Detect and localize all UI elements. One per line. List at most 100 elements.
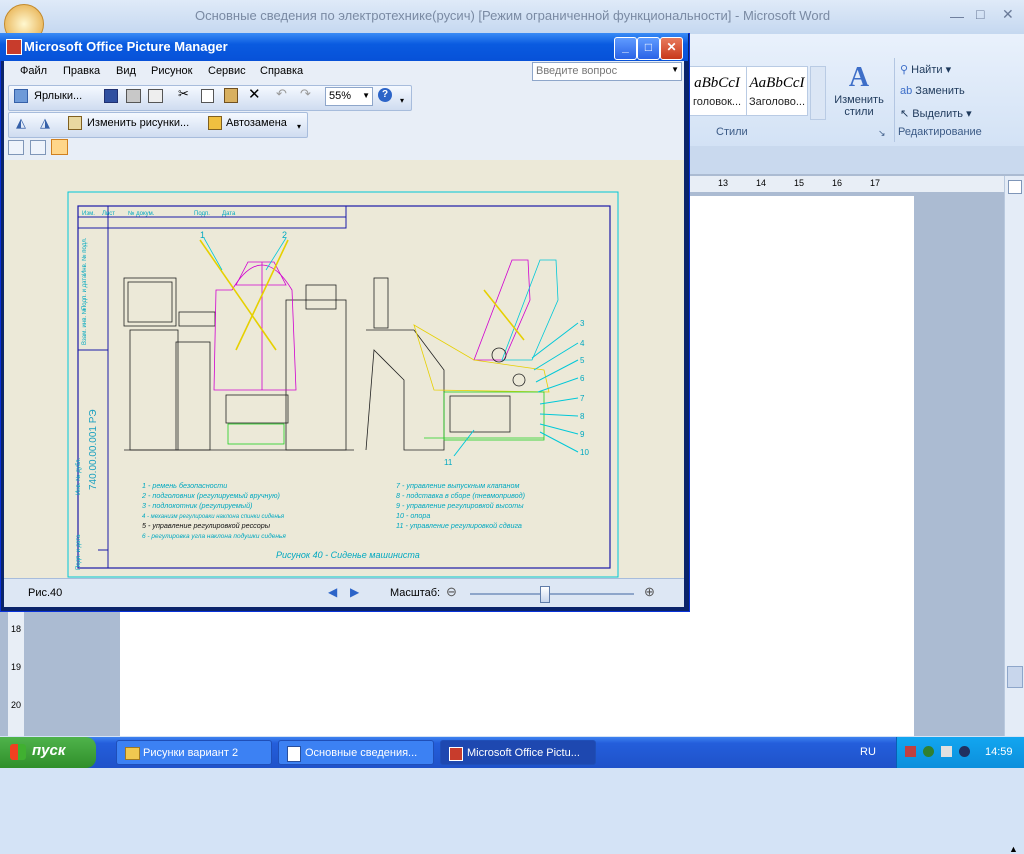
copy-icon[interactable] xyxy=(201,89,214,103)
picture-manager-title-bar[interactable]: Microsoft Office Picture Manager xyxy=(0,33,688,61)
task-label: Microsoft Office Pictu... xyxy=(467,747,580,759)
callout: 4 xyxy=(580,339,585,348)
menu-edit[interactable]: Правка xyxy=(63,65,100,77)
change-styles-label: Изменить стили xyxy=(834,94,884,118)
language-indicator[interactable]: RU xyxy=(860,746,876,758)
word-maximize-button[interactable]: □ xyxy=(976,6,984,22)
menu-picture[interactable]: Рисунок xyxy=(151,65,193,77)
replace-button[interactable]: ab Заменить xyxy=(900,85,965,97)
menu-view[interactable]: Вид xyxy=(116,65,136,77)
drawing-caption: Рисунок 40 - Сиденье машиниста xyxy=(276,550,420,560)
callout: 5 xyxy=(580,356,585,365)
replace-label: Заменить xyxy=(915,85,965,97)
volume-icon[interactable] xyxy=(941,746,952,757)
filmstrip-view-icon[interactable] xyxy=(30,140,46,155)
rotate-right-icon[interactable]: ◮ xyxy=(40,115,50,131)
current-file-name: Рис.40 xyxy=(28,587,63,599)
redo-icon[interactable]: ↷ xyxy=(300,86,311,102)
task-picture-manager[interactable]: Microsoft Office Pictu... xyxy=(440,740,596,765)
network-icon[interactable] xyxy=(905,746,916,757)
zoom-in-icon[interactable]: ⊕ xyxy=(644,584,655,600)
menu-tools[interactable]: Сервис xyxy=(208,65,246,77)
vertical-ruler[interactable]: 18 19 20 xyxy=(8,600,24,736)
scroll-thumb[interactable] xyxy=(1007,666,1023,688)
start-button[interactable]: пуск xyxy=(0,737,96,768)
single-picture-view-icon[interactable] xyxy=(51,139,68,155)
ruler-mark: 13 xyxy=(718,178,729,188)
minimize-button[interactable]: _ xyxy=(614,37,637,60)
horizontal-ruler[interactable]: 13 14 15 16 17 xyxy=(686,176,1006,192)
help-search-input[interactable]: Введите вопрос ▼ xyxy=(532,62,682,81)
ribbon-strip xyxy=(686,146,1024,174)
paste-icon[interactable] xyxy=(224,88,238,103)
toolbar-options-icon[interactable]: ▾ xyxy=(400,96,404,105)
print-icon[interactable] xyxy=(126,89,141,103)
legend-left: 1 - ремень безопасности 2 - подголовник … xyxy=(141,481,286,540)
ruler-toggle-icon[interactable] xyxy=(1008,180,1022,194)
ruler-mark: 14 xyxy=(756,178,767,188)
change-styles-icon: A xyxy=(848,62,870,93)
start-label: пуск xyxy=(32,742,66,759)
next-picture-icon[interactable]: ▶ xyxy=(350,585,359,599)
mail-icon[interactable] xyxy=(148,89,163,103)
help-search-placeholder: Введите вопрос xyxy=(536,65,618,77)
shortcuts-button[interactable]: Ярлыки... xyxy=(14,89,96,105)
zoom-out-icon[interactable]: ⊖ xyxy=(446,584,457,600)
word-close-button[interactable]: ✕ xyxy=(1002,6,1014,23)
maximize-button[interactable]: □ xyxy=(637,37,660,60)
thumbnail-view-icon[interactable] xyxy=(8,140,24,155)
find-button[interactable]: ⚲ Найти ▾ xyxy=(900,63,951,76)
delete-icon[interactable]: ✕ xyxy=(248,85,261,103)
legend-item: 3 - подлокотник (регулируемый) xyxy=(142,501,252,510)
undo-icon[interactable]: ↶ xyxy=(276,86,287,102)
select-button[interactable]: ↖ Выделить ▾ xyxy=(900,107,972,120)
callout: 2 xyxy=(282,230,287,240)
antivirus-icon[interactable] xyxy=(923,746,934,757)
ruler-mark: 16 xyxy=(832,178,843,188)
media-icon[interactable] xyxy=(959,746,970,757)
zoom-slider-track[interactable] xyxy=(470,593,634,595)
menu-file[interactable]: Файл xyxy=(20,65,47,77)
chevron-down-icon[interactable]: ▼ xyxy=(671,65,679,74)
task-folder[interactable]: Рисунки вариант 2 xyxy=(116,740,272,765)
task-word-document[interactable]: Основные сведения... xyxy=(278,740,434,765)
picture-manager-icon xyxy=(449,747,463,761)
styles-scroll[interactable] xyxy=(810,66,826,120)
side-label: Инв. № дубл. xyxy=(75,458,82,495)
change-styles-button[interactable]: A Изменить стили xyxy=(828,62,890,124)
ruler-mark: 15 xyxy=(794,178,805,188)
ruler-mark: 17 xyxy=(870,178,881,188)
legend-item: 11 - управление регулировкой сдвига xyxy=(396,521,522,530)
chevron-down-icon: ▾ xyxy=(942,64,952,76)
style-sample: aBbCcI xyxy=(694,75,740,91)
document-code: 740.00.00.001 РЭ xyxy=(88,409,99,490)
callout: 8 xyxy=(580,412,585,421)
callout: 11 xyxy=(444,458,453,467)
system-tray: 14:59 xyxy=(896,737,1024,768)
zoom-select[interactable]: 55% ▼ xyxy=(325,87,373,106)
cut-icon[interactable]: ✂ xyxy=(178,86,189,102)
save-icon[interactable] xyxy=(104,89,118,103)
vertical-scrollbar[interactable]: ▲ xyxy=(1004,176,1024,854)
rotate-left-icon[interactable]: ◭ xyxy=(16,115,26,131)
picture-preview[interactable]: Изм. Лист № докум. Подп. Дата 740.00.00.… xyxy=(4,160,684,578)
zoom-slider-thumb[interactable] xyxy=(539,586,550,603)
select-label: Выделить xyxy=(912,108,964,120)
ruler-mark: 19 xyxy=(11,662,22,672)
close-button[interactable]: ✕ xyxy=(660,37,683,60)
style-heading-1[interactable]: aBbCcI головок... xyxy=(686,66,748,116)
styles-dialog-launcher[interactable]: ↘ xyxy=(878,128,886,139)
scroll-up-icon[interactable]: ▲ xyxy=(1009,844,1018,854)
autofix-button[interactable]: Автозамена xyxy=(208,116,298,132)
menu-help[interactable]: Справка xyxy=(260,65,303,77)
word-title-bar: Основные сведения по электротехнике(руси… xyxy=(0,0,1024,44)
previous-picture-icon[interactable]: ◀ xyxy=(328,585,337,599)
toolbar-options-icon[interactable]: ▾ xyxy=(297,122,301,131)
chevron-down-icon: ▾ xyxy=(963,108,972,120)
word-minimize-button[interactable]: — xyxy=(950,8,964,24)
binoculars-icon: ⚲ xyxy=(900,64,912,76)
ruler-mark: 18 xyxy=(11,624,22,634)
style-heading-2[interactable]: AaBbCcI Заголово... xyxy=(746,66,808,116)
help-icon[interactable]: ? xyxy=(378,88,392,102)
edit-pictures-button[interactable]: Изменить рисунки... xyxy=(68,116,196,132)
